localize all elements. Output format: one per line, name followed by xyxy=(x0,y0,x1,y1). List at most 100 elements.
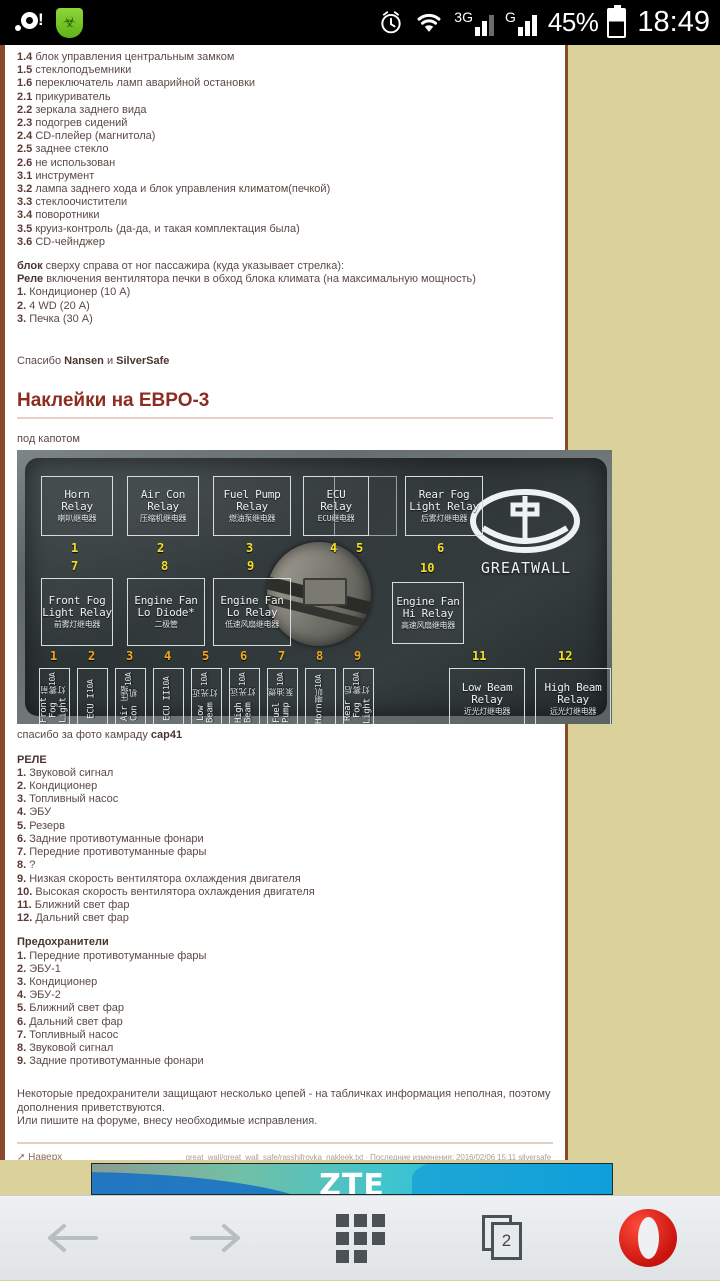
grid-menu-icon xyxy=(335,1213,385,1263)
fuse-label-amp: 10A xyxy=(162,677,172,691)
article-footer: ➚ Наверх great_wall/great_wall_safe/rass… xyxy=(17,1151,553,1160)
fuse-item: 3. Кондиционер xyxy=(17,976,553,989)
fuse-list-top: 1.4 блок управления центральным замком 1.… xyxy=(17,51,553,249)
fuse-label-1: Front Fog Light 前雾灯 10A xyxy=(39,668,70,725)
photo-credit-user[interactable]: cap41 xyxy=(151,729,182,741)
fuse-top-item: 3.1 инструмент xyxy=(17,170,553,183)
fuse-top-item: 1.6 переключатель ламп аварийной останов… xyxy=(17,77,553,90)
browser-viewport[interactable]: 1.4 блок управления центральным замком 1.… xyxy=(0,45,720,1160)
relay-item-label: Ближний свет фар xyxy=(34,898,130,911)
relay-number-1: 1 xyxy=(71,541,79,556)
fuse-item: 7. Топливный насос xyxy=(17,1029,553,1042)
fuse-label-cn: 燃油泵 xyxy=(267,688,294,697)
opera-logo-icon xyxy=(619,1209,677,1267)
fuse-label-amp: 10A xyxy=(238,672,248,687)
relay-label-cn: ECU继电器 xyxy=(317,514,355,524)
fuse-number-4: 4 xyxy=(164,649,172,664)
relay-intro-line: Реле включения вентилятора печки в обход… xyxy=(17,273,553,286)
fuse-top-item-label: переключатель ламп аварийной остановки xyxy=(35,77,256,90)
back-button[interactable] xyxy=(0,1196,144,1281)
fuse-top-item-label: круиз-контроль (да-да, и такая комплекта… xyxy=(35,222,300,235)
back-to-top-link[interactable]: ➚ Наверх xyxy=(17,1151,62,1160)
fuse-label-9: Rear Fog Light 后雾灯 10A xyxy=(343,668,374,725)
relay-item-label: ? xyxy=(29,859,36,872)
forward-button[interactable] xyxy=(144,1196,288,1281)
relays-list: 1. Звуковой сигнал 2. Кондиционер 3. Топли… xyxy=(17,767,553,925)
status-right-icons: 3G G 45% 18:49 xyxy=(378,4,710,39)
fuse-label-en: Low Beam xyxy=(195,703,216,724)
fuse-top-item-number: 1.4 xyxy=(17,51,36,63)
fuse-item-number: 9. xyxy=(17,1055,30,1068)
fusebox-photo[interactable]: GREATWALL Horn Relay 喇叭继电器 1 Air Con Relay 压缩机… xyxy=(17,450,612,725)
relay-number-10: 10 xyxy=(420,561,435,576)
opera-menu-button[interactable] xyxy=(576,1196,720,1281)
fuse-label-cn: 远光灯 xyxy=(229,688,256,697)
battery-percent-label: 45% xyxy=(547,7,599,37)
fuse-top-item: 1.4 блок управления центральным замком xyxy=(17,51,553,64)
fuse-top-item: 2.6 не использован xyxy=(17,157,553,170)
relay-number-12: 12 xyxy=(558,649,573,664)
fuse-label-cn: 压缩机 xyxy=(119,686,138,702)
relay-label-cn: 压缩机继电器 xyxy=(139,514,187,524)
relay-item-number: 2. xyxy=(17,780,30,793)
ad-banner-zte[interactable]: ZTE xyxy=(91,1163,613,1195)
fuse-item-number: 1. xyxy=(17,949,30,962)
relay-label-cn: 二极管 xyxy=(154,620,178,630)
fuse-label-cn: 喇叭 xyxy=(314,688,324,704)
relay-item: 11. Ближний свет фар xyxy=(17,899,553,912)
tabs-button[interactable]: 2 xyxy=(432,1196,576,1281)
fuse-top-item: 2.2 зеркала заднего вида xyxy=(17,104,553,117)
relay-label-3: Fuel Pump Relay 燃油泵继电器 xyxy=(213,476,291,537)
fuse-top-item-number: 2.6 xyxy=(17,156,36,169)
fuse-label-8: Horn 喇叭 10A xyxy=(305,668,336,725)
relay-item-label: Дальний свет фар xyxy=(35,912,129,925)
relay-label-1: Horn Relay 喇叭继电器 xyxy=(41,476,113,537)
fuse-item-label: ЭБУ-1 xyxy=(29,962,61,975)
ad-banner-text: ZTE xyxy=(319,1168,385,1195)
drweb-shield-icon: ☣ xyxy=(56,7,83,38)
fuse-item-label: Звуковой сигнал xyxy=(29,1041,114,1054)
relay-item-number: 1. xyxy=(17,766,30,779)
relay-item-number: 4. xyxy=(17,806,30,819)
back-to-top-label: Наверх xyxy=(28,1151,63,1160)
relay-item-label: Задние противотуманные фонари xyxy=(29,832,204,845)
fuse-item-number: 6. xyxy=(17,1015,30,1028)
speed-dial-button[interactable] xyxy=(288,1196,432,1281)
relay-item: 10. Высокая скорость вентилятора охлажде… xyxy=(17,886,553,899)
fuse-item-number: 2. xyxy=(17,962,30,975)
block-fuse-item: 3. Печка (30 А) xyxy=(17,313,553,326)
battery-icon xyxy=(607,4,627,38)
network-type-3g-label: 3G xyxy=(454,8,473,25)
fuse-top-item-number: 1.6 xyxy=(17,77,36,90)
photo-caption: под капотом xyxy=(17,433,80,446)
relay-number-5: 5 xyxy=(356,541,364,556)
fuse-top-item-number: 3.4 xyxy=(17,209,36,222)
relay-number-3: 3 xyxy=(246,541,254,556)
fuse-top-item: 3.6 CD-чейнджер xyxy=(17,236,553,249)
relay-label-en2: Light Relay xyxy=(409,500,479,514)
fuse-number-3: 3 xyxy=(126,649,134,664)
relay-label-en2: Hi Relay xyxy=(402,607,454,621)
thanks-prefix: Спасибо xyxy=(17,355,65,368)
fuse-label-cn: 前雾灯 xyxy=(39,686,66,695)
fuse-number-9: 9 xyxy=(354,649,362,664)
relay-label-11: Low Beam Relay 近光灯继电器 xyxy=(449,668,525,725)
relay-item: 7. Передние противотуманные фары xyxy=(17,846,553,859)
block-fuse-item-number: 2. xyxy=(17,299,30,312)
fuse-label-2: ECU I 10A xyxy=(77,668,108,725)
fuse-label-cn: 近光灯 xyxy=(191,689,218,698)
android-status-bar[interactable]: ! ☣ 3G G 45% 18:49 xyxy=(0,0,720,45)
footer-divider xyxy=(17,1141,553,1144)
relay-label-cn: 前雾灯继电器 xyxy=(53,620,101,630)
browser-navigation-bar[interactable]: 2 xyxy=(0,1195,720,1280)
relay-item: 6. Задние противотуманные фонари xyxy=(17,833,553,846)
thanks-user-nansen[interactable]: Nansen xyxy=(64,355,104,367)
fuse-item-label: Задние противотуманные фонари xyxy=(29,1055,204,1068)
thanks-user-silversafe[interactable]: SilverSafe xyxy=(116,355,169,367)
fuse-label-amp: 10A xyxy=(276,672,286,687)
relays-heading: РЕЛЕ xyxy=(17,753,47,766)
fuse-item-label: Кондиционер xyxy=(29,975,98,988)
fuse-item-label: Ближний свет фар xyxy=(29,1002,125,1015)
fuse-top-item-label: CD-чейнджер xyxy=(35,235,105,248)
relay-item-label: Топливный насос xyxy=(29,793,119,806)
